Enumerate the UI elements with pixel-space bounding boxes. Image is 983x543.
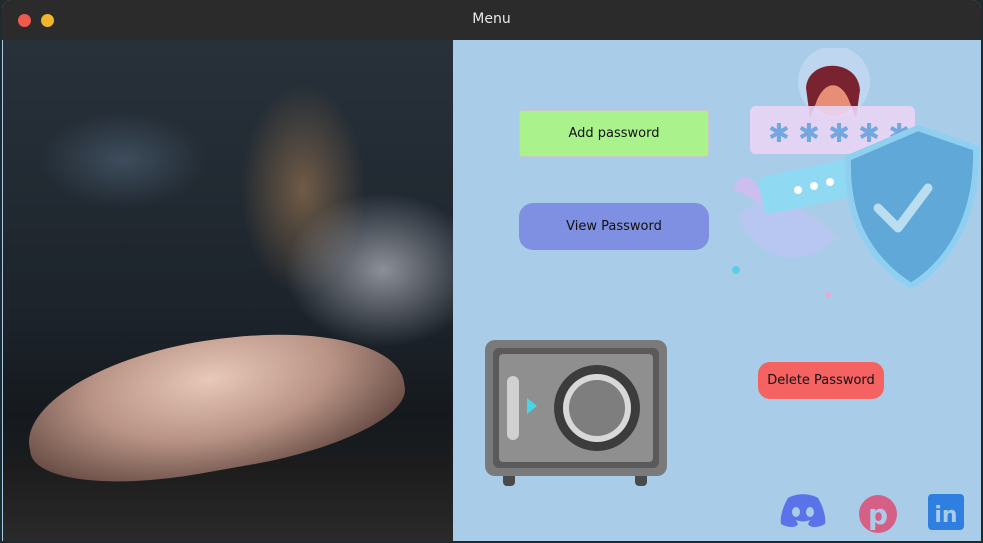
pinterest-icon[interactable]: p (858, 494, 898, 534)
menu-panel: Add password View Password Delete Passwo… (453, 40, 981, 541)
linkedin-icon[interactable]: in (928, 494, 964, 530)
add-password-button[interactable]: Add password (519, 110, 709, 157)
title-bar: Menu (2, 0, 981, 40)
app-window: Menu Add password View Password Delete P… (2, 0, 981, 541)
safe-icon (485, 340, 667, 486)
discord-icon[interactable] (780, 492, 826, 528)
password-security-illustration: ✱ ✱ ✱ ✱ ✱ (732, 48, 980, 298)
svg-text:p: p (868, 498, 888, 531)
window-title: Menu (472, 11, 511, 27)
svg-text:in: in (934, 503, 957, 528)
view-password-button[interactable]: View Password (519, 203, 709, 250)
delete-password-button[interactable]: Delete Password (758, 362, 884, 399)
mouse-photo (3, 40, 453, 541)
